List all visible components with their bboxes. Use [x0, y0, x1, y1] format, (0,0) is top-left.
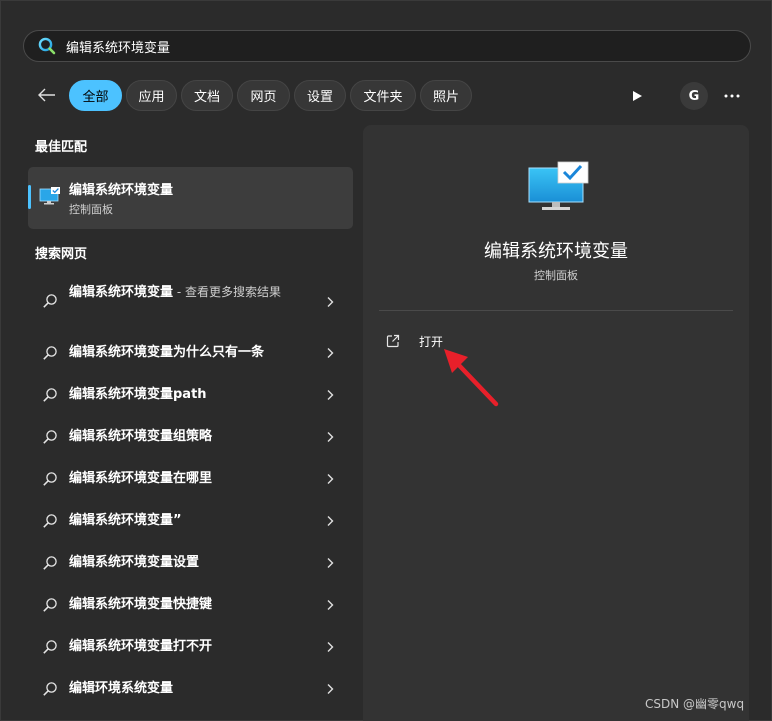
chevron-right-icon: [327, 432, 334, 442]
web-result-9[interactable]: 编辑环境系统变量: [28, 677, 353, 701]
chevron-right-icon: [327, 558, 334, 568]
chevron-right-icon: [327, 600, 334, 610]
tab-folders[interactable]: 文件夹: [350, 80, 416, 111]
monitor-check-icon: [39, 187, 60, 205]
web-result-text: 编辑系统环境变量为什么只有一条: [69, 345, 265, 360]
search-icon: [43, 346, 57, 360]
account-button[interactable]: G: [680, 82, 708, 110]
tab-apps[interactable]: 应用: [126, 80, 177, 111]
chevron-right-icon: [327, 516, 334, 526]
preview-divider: [379, 310, 733, 311]
preview-panel: 编辑系统环境变量 控制面板 打开: [363, 125, 749, 721]
web-result-5[interactable]: 编辑系统环境变量”: [28, 509, 353, 533]
web-result-text: 编辑系统环境变量组策略: [69, 429, 213, 444]
web-result-8[interactable]: 编辑系统环境变量打不开: [28, 635, 353, 659]
chevron-right-icon: [327, 684, 334, 694]
search-icon: [43, 640, 57, 654]
annotation-arrow: [444, 349, 499, 407]
web-result-text: 编辑系统环境变量在哪里: [69, 471, 213, 486]
web-result-3[interactable]: 编辑系统环境变量组策略: [28, 425, 353, 449]
web-result-6[interactable]: 编辑系统环境变量设置: [28, 551, 353, 575]
web-result-text: 编辑系统环境变量打不开: [69, 639, 213, 654]
web-result-7[interactable]: 编辑系统环境变量快捷键: [28, 593, 353, 617]
web-result-text: 编辑系统环境变量”: [69, 513, 182, 528]
web-result-text: 编辑系统环境变量设置: [69, 555, 200, 570]
search-icon: [38, 37, 56, 55]
web-result-text: 编辑环境系统变量: [69, 681, 174, 696]
search-bar[interactable]: [23, 30, 751, 62]
tab-documents[interactable]: 文档: [181, 80, 233, 111]
best-match-heading: 最佳匹配: [35, 140, 88, 155]
web-search-heading: 搜索网页: [35, 247, 88, 262]
best-match-title: 编辑系统环境变量: [69, 183, 174, 198]
play-icon: [633, 91, 642, 101]
chevron-right-icon: [327, 474, 334, 484]
chevron-right-icon: [327, 297, 334, 307]
filter-bar: 全部 应用 文档 网页 设置 文件夹 照片 G: [1, 78, 772, 112]
tab-all[interactable]: 全部: [69, 80, 122, 111]
watermark: CSDN @幽零qwq: [645, 697, 745, 711]
web-result-suffix: - 查看更多搜索结果: [173, 285, 281, 299]
search-input[interactable]: [66, 38, 686, 54]
search-icon: [43, 598, 57, 612]
web-result-4[interactable]: 编辑系统环境变量在哪里: [28, 467, 353, 491]
best-match-result[interactable]: 编辑系统环境变量 控制面板: [28, 167, 353, 229]
search-icon: [43, 430, 57, 444]
chevron-right-icon: [327, 348, 334, 358]
monitor-check-icon: [528, 161, 589, 210]
web-result-text: 编辑系统环境变量 - 查看更多搜索结果: [69, 285, 281, 300]
account-letter: G: [688, 88, 700, 104]
more-button[interactable]: [718, 82, 746, 110]
search-icon: [43, 556, 57, 570]
web-result-0[interactable]: 编辑系统环境变量 - 查看更多搜索结果: [28, 281, 353, 323]
web-result-text: 编辑系统环境变量path: [69, 387, 207, 402]
search-icon: [43, 388, 57, 402]
more-icon: [724, 94, 740, 98]
tab-settings[interactable]: 设置: [294, 80, 346, 111]
chevron-right-icon: [327, 642, 334, 652]
web-result-1[interactable]: 编辑系统环境变量为什么只有一条: [28, 341, 353, 365]
best-match-subtitle: 控制面板: [69, 203, 113, 216]
selection-indicator: [28, 185, 31, 209]
preview-subtitle: 控制面板: [534, 269, 578, 282]
search-icon: [43, 472, 57, 486]
tab-web[interactable]: 网页: [237, 80, 290, 111]
web-result-text: 编辑系统环境变量快捷键: [69, 597, 213, 612]
back-arrow-icon: [38, 88, 55, 102]
open-external-icon: [386, 334, 400, 348]
search-icon: [43, 514, 57, 528]
preview-title: 编辑系统环境变量: [484, 241, 628, 262]
back-button[interactable]: [35, 84, 59, 106]
search-icon: [43, 294, 57, 308]
tab-photos[interactable]: 照片: [420, 80, 472, 111]
play-button[interactable]: [623, 82, 651, 110]
search-window: 全部 应用 文档 网页 设置 文件夹 照片 G 最佳匹配: [0, 0, 772, 721]
web-result-2[interactable]: 编辑系统环境变量path: [28, 383, 353, 407]
search-icon: [43, 682, 57, 696]
chevron-right-icon: [327, 390, 334, 400]
